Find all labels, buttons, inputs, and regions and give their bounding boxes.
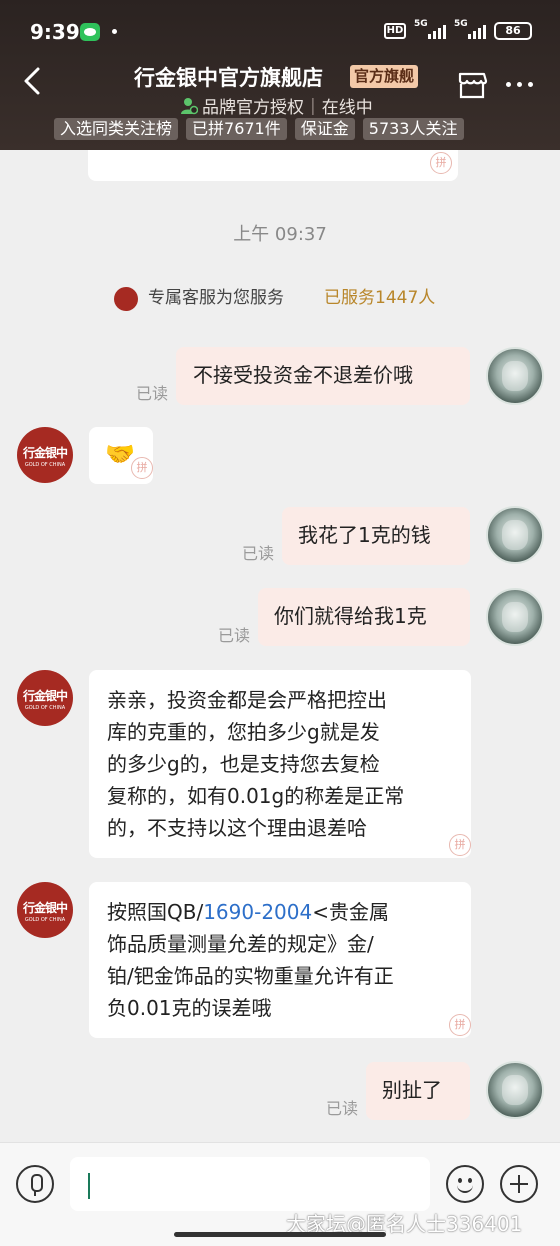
shop-avatar-sub: GOLD OF CHINA: [24, 462, 66, 468]
seal-icon: 拼: [449, 834, 471, 856]
message-input[interactable]: [70, 1157, 430, 1211]
message-line: 的多少g的，也是支持您去复检: [107, 752, 380, 776]
wechat-notification-icon: [80, 23, 100, 41]
time-label: 上午 09:37: [233, 224, 327, 245]
shop-tag[interactable]: 入选同类关注榜: [54, 118, 179, 140]
seal-icon: 拼: [430, 152, 452, 174]
user-avatar[interactable]: [486, 588, 544, 646]
shop-tag: 5733人关注: [362, 118, 464, 140]
message-line: 亲亲，投资金都是会严格把控出: [107, 688, 387, 712]
shop-avatar[interactable]: 行金银中 GOLD OF CHINA: [17, 427, 73, 483]
message-text: 按照国QB/: [107, 900, 204, 924]
message-bubble[interactable]: 不接受投资金不退差价哦: [176, 347, 470, 405]
service-text: 专属客服为您服务: [148, 288, 284, 308]
shop-icon[interactable]: [456, 70, 488, 100]
shop-avatar-text: 行金银中: [22, 901, 68, 915]
shop-avatar-sub: GOLD OF CHINA: [24, 705, 66, 711]
message-line: 饰品质量测量允差的规定》金/: [107, 932, 374, 956]
message-line: 负0.01克的误差哦: [107, 996, 272, 1020]
shop-avatar-text: 行金银中: [22, 446, 68, 460]
handshake-icon: 🤝: [105, 440, 135, 468]
network-label: 5G: [454, 19, 468, 29]
message-line: 复称的，如有0.01g的称差是正常: [107, 784, 405, 808]
message-bubble[interactable]: 别扯了: [366, 1062, 470, 1120]
seal-icon: 拼: [449, 1014, 471, 1036]
message-bubble[interactable]: 🤝 拼: [89, 427, 153, 484]
read-status: 已读: [218, 626, 251, 645]
shop-name[interactable]: 行金银中官方旗舰店: [134, 62, 323, 92]
hd-icon: HD: [384, 23, 406, 39]
message-line: 的，不支持以这个理由退差哈: [107, 816, 367, 840]
message-bubble[interactable]: 你们就得给我1克: [258, 588, 470, 646]
more-options-icon[interactable]: [506, 82, 533, 87]
shop-tags: 入选同类关注榜 已拼7671件 保证金 5733人关注: [54, 118, 464, 140]
more-actions-button[interactable]: [500, 1165, 538, 1203]
read-status: 已读: [326, 1099, 359, 1118]
shop-avatar[interactable]: 行金银中 GOLD OF CHINA: [17, 882, 73, 938]
message-line: 库的克重的，您拍多少g就是发: [107, 720, 380, 744]
user-avatar[interactable]: [486, 347, 544, 405]
signal-icon: 5G: [414, 19, 446, 39]
service-info: 专属客服为您服务 已服务1447人: [114, 286, 435, 311]
message-bubble[interactable]: 亲亲，投资金都是会严格把控出 库的克重的，您拍多少g就是发 的多少g的，也是支持…: [89, 670, 471, 858]
standard-link[interactable]: 1690-2004: [203, 900, 312, 924]
message-text: 的呢: [106, 150, 146, 156]
chat-area[interactable]: 的呢 拼 上午 09:37 专属客服为您服务 已服务1447人 已读 不接受投资…: [0, 150, 560, 1142]
status-bar: 9:39 HD 5G 5G 86: [0, 0, 560, 60]
status-time: 9:39: [30, 20, 80, 44]
network-label: 5G: [414, 19, 428, 29]
online-status: 在线中: [321, 98, 373, 118]
shop-tag: 已拼7671件: [186, 118, 287, 140]
served-count: 已服务1447人: [324, 288, 436, 308]
shop-avatar[interactable]: 行金银中 GOLD OF CHINA: [17, 670, 73, 726]
seal-icon: 拼: [131, 457, 153, 479]
divider: |: [310, 95, 316, 116]
system-icons: HD 5G 5G 86: [384, 19, 532, 40]
chat-header: 9:39 HD 5G 5G 86 行金银中官方旗舰店 官方旗舰 品牌官方授权 |: [0, 0, 560, 150]
emoji-button[interactable]: [446, 1165, 484, 1203]
user-avatar[interactable]: [486, 1061, 544, 1119]
message-line: 铂/钯金饰品的实物重量允许有正: [107, 964, 394, 988]
shop-avatar-sub: GOLD OF CHINA: [24, 917, 66, 923]
notification-dot-icon: [112, 29, 117, 34]
user-avatar[interactable]: [486, 506, 544, 564]
read-status: 已读: [136, 384, 169, 403]
message-bubble[interactable]: 我花了1克的钱: [282, 507, 470, 565]
shop-avatar-text: 行金银中: [22, 689, 68, 703]
home-indicator[interactable]: [174, 1232, 386, 1237]
message-text: 不接受投资金不退差价哦: [193, 363, 413, 387]
message-text: <贵金属: [312, 900, 389, 924]
message-bubble: 的呢 拼: [88, 150, 458, 181]
official-badge: 官方旗舰: [350, 65, 419, 88]
auth-row: 品牌官方授权 | 在线中: [180, 93, 373, 118]
auth-text: 品牌官方授权: [202, 98, 304, 118]
message-text: 你们就得给我1克: [274, 604, 427, 628]
shop-tag[interactable]: 保证金: [294, 118, 355, 140]
message-text: 别扯了: [382, 1078, 442, 1102]
battery-icon: 86: [494, 22, 532, 40]
verified-user-icon: [181, 97, 198, 114]
message-bubble[interactable]: 按照国QB/1690-2004<贵金属 饰品质量测量允差的规定》金/ 铂/钯金饰…: [89, 882, 471, 1038]
back-arrow-icon[interactable]: [18, 66, 48, 96]
text-caret: [88, 1173, 90, 1199]
voice-input-button[interactable]: [16, 1165, 54, 1203]
shop-logo-icon: [114, 287, 138, 311]
read-status: 已读: [242, 544, 275, 563]
message-text: 我花了1克的钱: [298, 523, 431, 547]
message-line: 按照国QB/1690-2004<贵金属: [107, 896, 453, 928]
signal-icon: 5G: [454, 19, 486, 39]
